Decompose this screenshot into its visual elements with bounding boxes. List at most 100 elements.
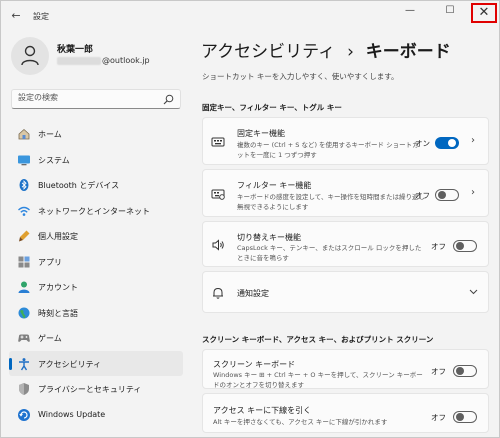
sidebar-item-label: Windows Update: [38, 409, 106, 419]
avatar: [11, 37, 49, 75]
keyboard-filter-icon: [211, 189, 225, 200]
user-email-domain: @outlook.jp: [102, 56, 150, 65]
close-icon: ✕: [478, 5, 490, 20]
toggle-knob: [456, 367, 464, 375]
breadcrumb-parent[interactable]: アクセシビリティ: [201, 42, 335, 62]
sidebar-item-gaming[interactable]: ゲーム: [9, 325, 183, 351]
access-keys-toggle[interactable]: [453, 411, 477, 423]
toggle-knob: [438, 191, 446, 199]
back-button[interactable]: ←: [9, 9, 23, 23]
sticky-keys-state: オン: [415, 139, 430, 148]
filter-keys-toggle[interactable]: [435, 189, 459, 201]
on-screen-keyboard-toggle[interactable]: [453, 365, 477, 377]
speaker-icon: [212, 239, 224, 251]
sidebar-item-bluetooth[interactable]: Bluetooth とデバイス: [9, 172, 183, 198]
maximize-button[interactable]: ☐: [437, 1, 463, 23]
shield-icon: [19, 383, 29, 395]
sidebar-item-label: 時刻と言語: [38, 308, 78, 318]
globe-icon: [18, 307, 30, 318]
sidebar-nav: ホーム システム Bluetooth とデバイス ネットワークとインターネット …: [9, 121, 185, 427]
notification-settings-card[interactable]: 通知設定: [202, 271, 489, 313]
toggle-keys-title: 切り替えキー機能: [237, 233, 301, 242]
on-screen-keyboard-state: オフ: [431, 367, 446, 376]
sidebar-item-apps[interactable]: アプリ: [9, 249, 183, 275]
chevron-right-icon: ›: [471, 187, 475, 198]
search-input[interactable]: [18, 93, 158, 102]
toggle-keys-toggle[interactable]: [453, 240, 477, 252]
toggle-keys-state: オフ: [431, 242, 446, 251]
access-keys-description: Alt キーを押さなくても、アクセス キーに下線が引かれます: [213, 418, 388, 426]
filter-keys-description: キーボードの感度を設定して、キー操作を短時間または繰り返し無視できるようにします: [237, 193, 425, 211]
user-email: @outlook.jp: [57, 56, 150, 65]
toggle-knob: [456, 413, 464, 421]
system-icon: [18, 155, 30, 165]
settings-window: ← 設定 — ☐ ✕ 秋葉一郎 @outlook.jp ホーム: [0, 0, 500, 438]
chevron-right-icon: ›: [471, 135, 475, 146]
sidebar-item-label: ホーム: [38, 130, 62, 139]
game-icon: [18, 334, 30, 342]
brush-icon: [19, 230, 30, 242]
toggle-keys-description: CapsLock キー、テンキー、またはスクロール ロックを押したときに音を鳴ら…: [237, 244, 422, 262]
email-redaction: [57, 56, 101, 65]
section-heading-keys: 固定キー、フィルター キー、トグル キー: [202, 103, 342, 112]
account-icon: [18, 281, 30, 293]
breadcrumb-separator: ›: [347, 42, 354, 62]
sticky-keys-toggle[interactable]: [435, 137, 459, 149]
filter-keys-state: オフ: [415, 191, 430, 200]
wifi-icon: [18, 206, 30, 216]
sidebar-item-label: プライバシーとセキュリティ: [38, 385, 142, 394]
sidebar-item-label: ネットワークとインターネット: [38, 206, 150, 216]
user-profile[interactable]: 秋葉一郎 @outlook.jp: [11, 37, 181, 77]
sidebar-item-label: 個人用設定: [38, 232, 78, 241]
minimize-button[interactable]: —: [397, 1, 423, 23]
app-title: 設定: [33, 12, 49, 21]
update-icon: [18, 408, 30, 421]
sidebar-item-personalization[interactable]: 個人用設定: [9, 223, 183, 249]
title-bar: ← 設定 — ☐ ✕: [1, 1, 499, 31]
page-title: アクセシビリティ › キーボード: [201, 37, 451, 62]
sidebar-item-windows-update[interactable]: Windows Update: [9, 402, 183, 428]
back-arrow-icon: ←: [11, 9, 21, 22]
on-screen-keyboard-description: Windows キー ⊞ + Ctrl キー + O キーを押して、スクリーン …: [213, 371, 423, 389]
sidebar-item-network[interactable]: ネットワークとインターネット: [9, 198, 183, 224]
sticky-keys-title: 固定キー機能: [237, 129, 285, 138]
page-description: ショートカット キーを入力しやすく、使いやすくします。: [202, 72, 399, 81]
apps-icon: [18, 256, 30, 267]
person-icon: [21, 45, 39, 66]
user-name: 秋葉一郎: [57, 45, 94, 55]
sidebar-item-label: システム: [38, 155, 70, 165]
sidebar-item-label: Bluetooth とデバイス: [38, 181, 120, 190]
keyboard-sticky-icon: [211, 137, 225, 147]
on-screen-keyboard-card: スクリーン キーボード Windows キー ⊞ + Ctrl キー + O キ…: [202, 349, 489, 389]
toggle-keys-card: 切り替えキー機能 CapsLock キー、テンキー、またはスクロール ロックを押…: [202, 221, 489, 267]
section-heading-osk: スクリーン キーボード、アクセス キー、およびプリント スクリーン: [202, 335, 434, 344]
on-screen-keyboard-title: スクリーン キーボード: [213, 360, 296, 369]
chevron-down-icon: [469, 289, 478, 295]
sidebar-item-system[interactable]: システム: [9, 147, 183, 173]
close-button[interactable]: ✕: [471, 3, 497, 23]
filter-keys-title: フィルター キー機能: [237, 181, 312, 190]
minimize-icon: —: [405, 5, 415, 16]
sidebar-item-label: ゲーム: [38, 334, 62, 343]
home-icon: [18, 128, 30, 140]
selection-indicator: [9, 357, 12, 370]
sidebar-item-accounts[interactable]: アカウント: [9, 274, 183, 300]
search-box[interactable]: [11, 89, 181, 109]
access-keys-state: オフ: [431, 413, 446, 422]
maximize-icon: ☐: [445, 5, 455, 16]
sticky-keys-card[interactable]: 固定キー機能 複数のキー (Ctrl + S など) を使用するキーボード ショ…: [202, 117, 489, 165]
bluetooth-icon: [19, 179, 29, 191]
sidebar-item-privacy[interactable]: プライバシーとセキュリティ: [9, 376, 183, 402]
notification-settings-title: 通知設定: [237, 289, 269, 298]
sidebar-item-label: アプリ: [38, 257, 62, 267]
bell-icon: [213, 287, 223, 299]
filter-keys-card[interactable]: フィルター キー機能 キーボードの感度を設定して、キー操作を短時間または繰り返し…: [202, 169, 489, 217]
access-keys-title: アクセス キーに下線を引く: [213, 406, 312, 415]
sidebar-item-home[interactable]: ホーム: [9, 121, 183, 147]
access-keys-card: アクセス キーに下線を引く Alt キーを押さなくても、アクセス キーに下線が引…: [202, 393, 489, 433]
search-icon: [163, 94, 174, 105]
sidebar-item-label: アカウント: [38, 283, 78, 292]
sidebar-item-accessibility[interactable]: アクセシビリティ: [9, 350, 183, 376]
sticky-keys-description: 複数のキー (Ctrl + S など) を使用するキーボード ショートカットを一…: [237, 141, 419, 159]
sidebar-item-time-language[interactable]: 時刻と言語: [9, 300, 183, 326]
